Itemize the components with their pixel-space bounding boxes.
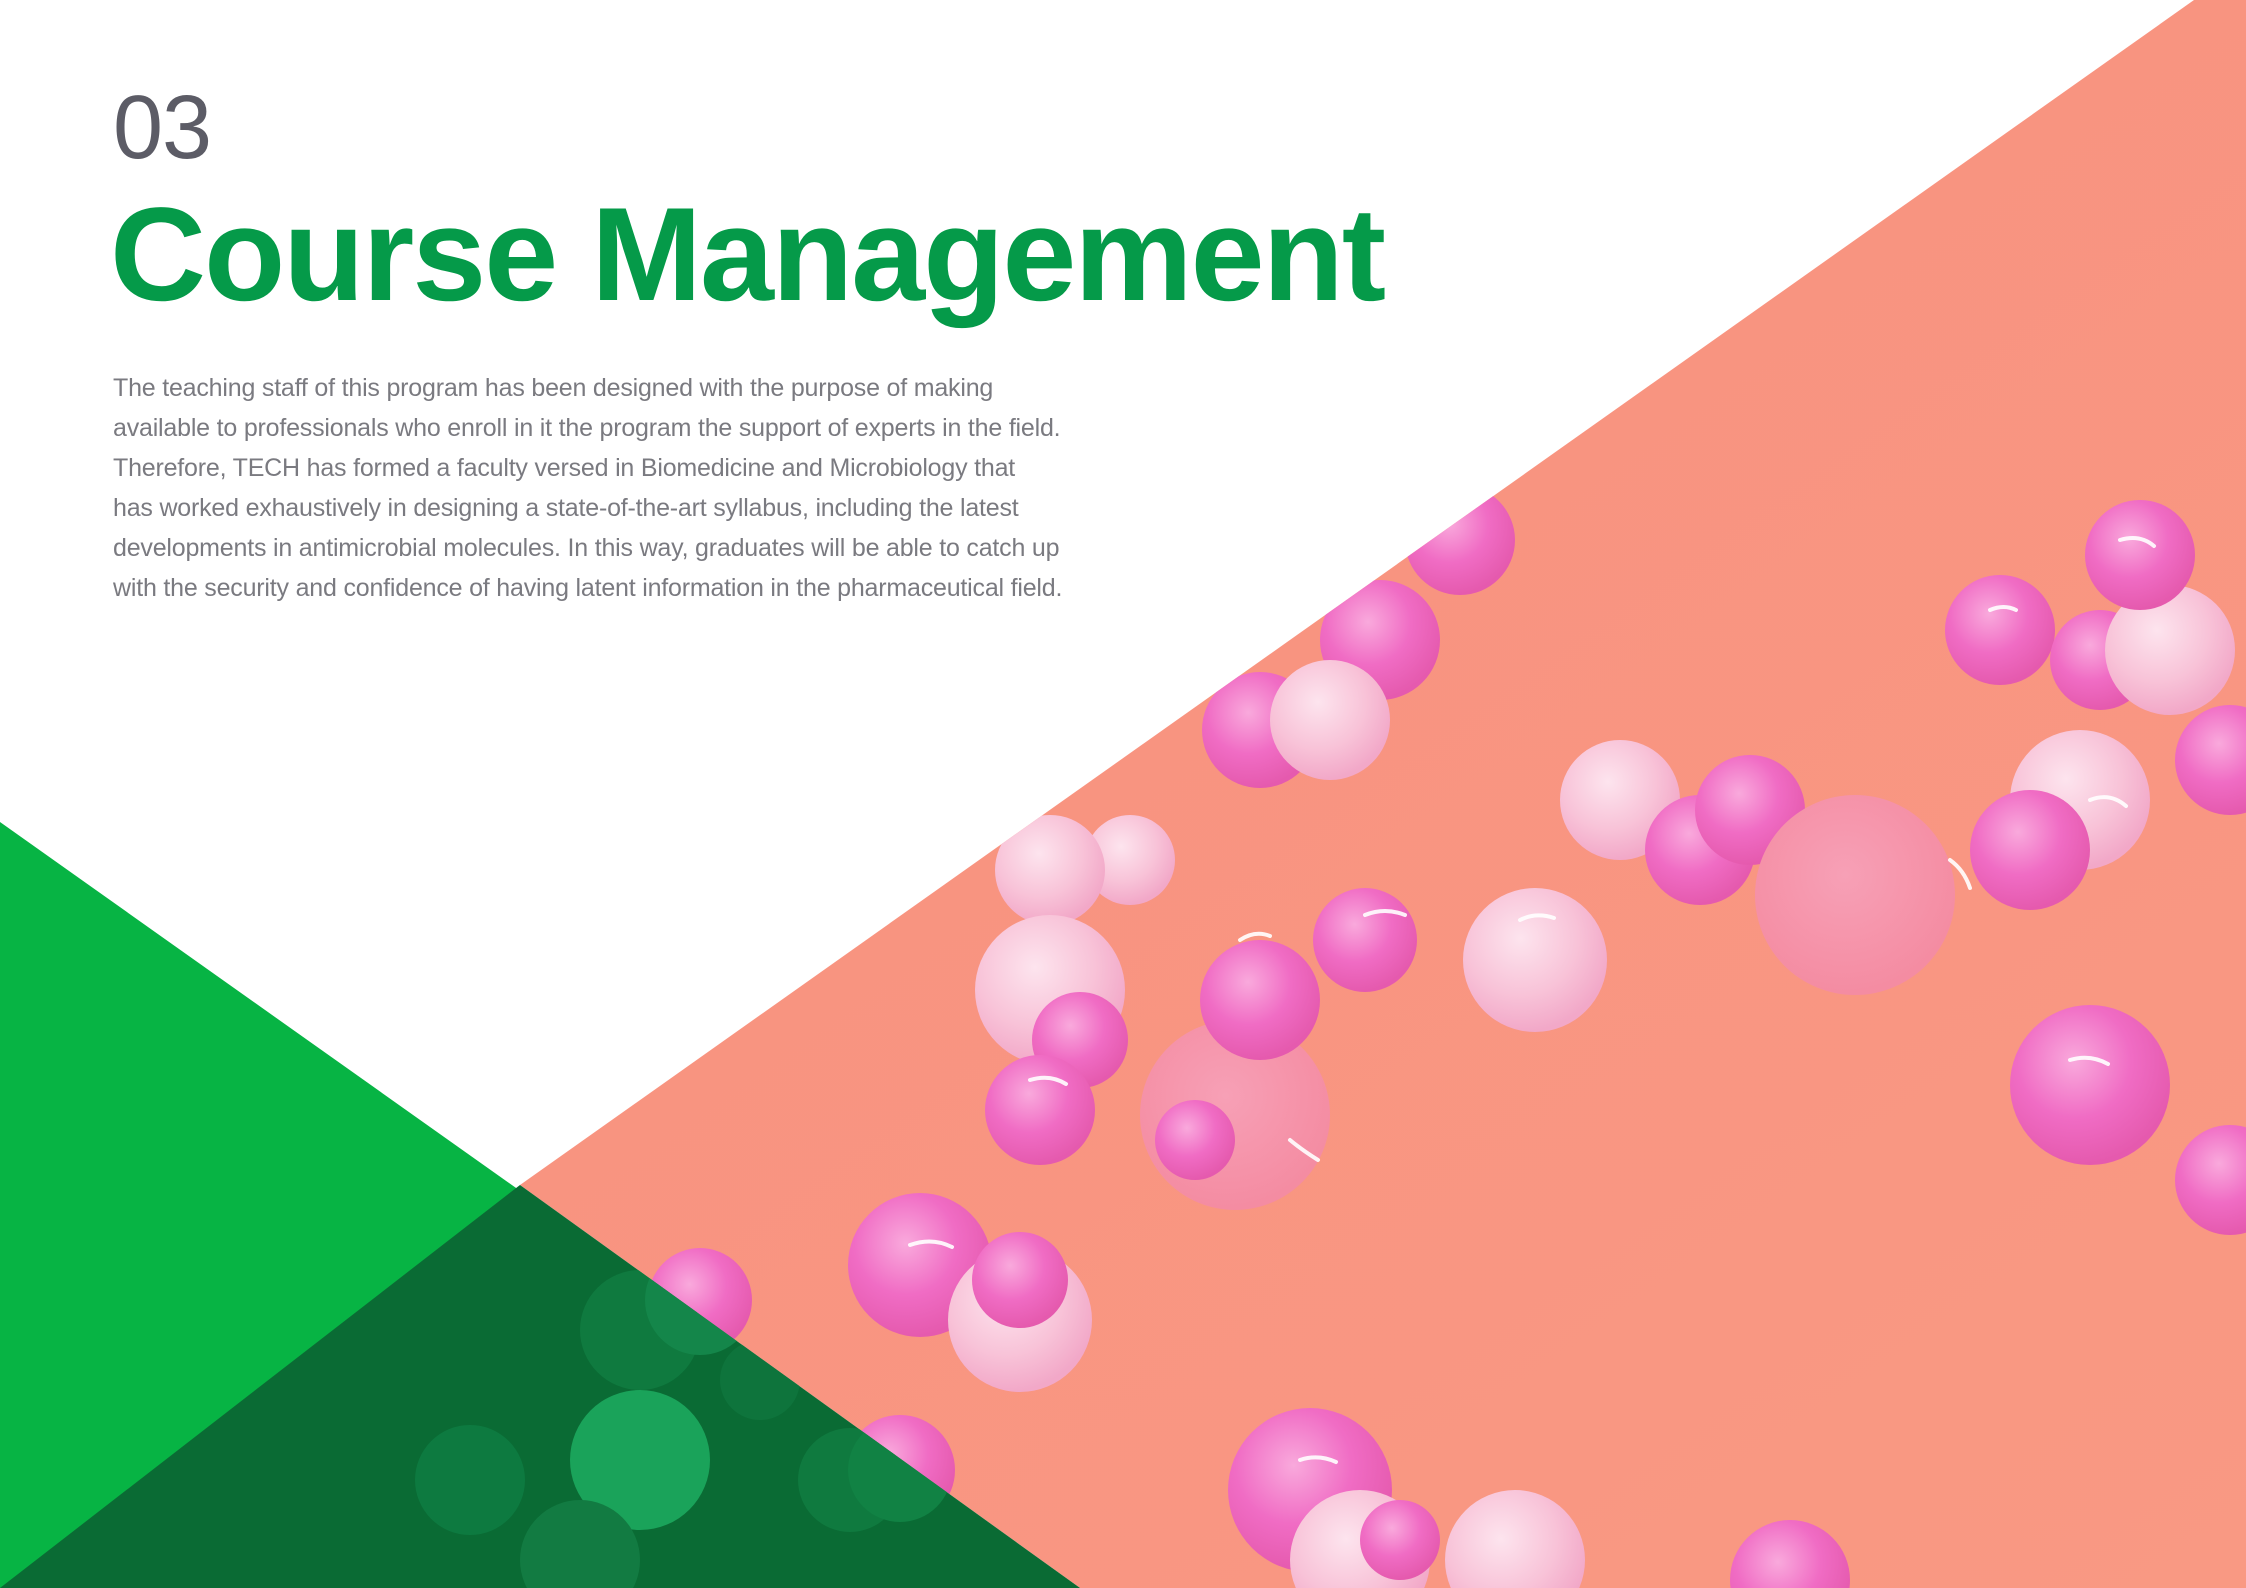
page: 03 Course Management The teaching staff … — [0, 0, 2246, 1588]
intro-line: has worked exhaustively in designing a s… — [113, 494, 1019, 522]
intro-line: developments in antimicrobial molecules.… — [113, 534, 1060, 562]
intro-line: The teaching staff of this program has b… — [113, 374, 994, 402]
section-title: Course Management — [110, 181, 1386, 329]
intro-paragraph: The teaching staff of this program has b… — [113, 368, 1123, 608]
intro-line: available to professionals who enroll in… — [113, 414, 1061, 442]
intro-line: with the security and confidence of havi… — [113, 574, 1063, 602]
intro-line: Therefore, TECH has formed a faculty ver… — [113, 454, 1016, 482]
section-number: 03 — [113, 78, 212, 178]
